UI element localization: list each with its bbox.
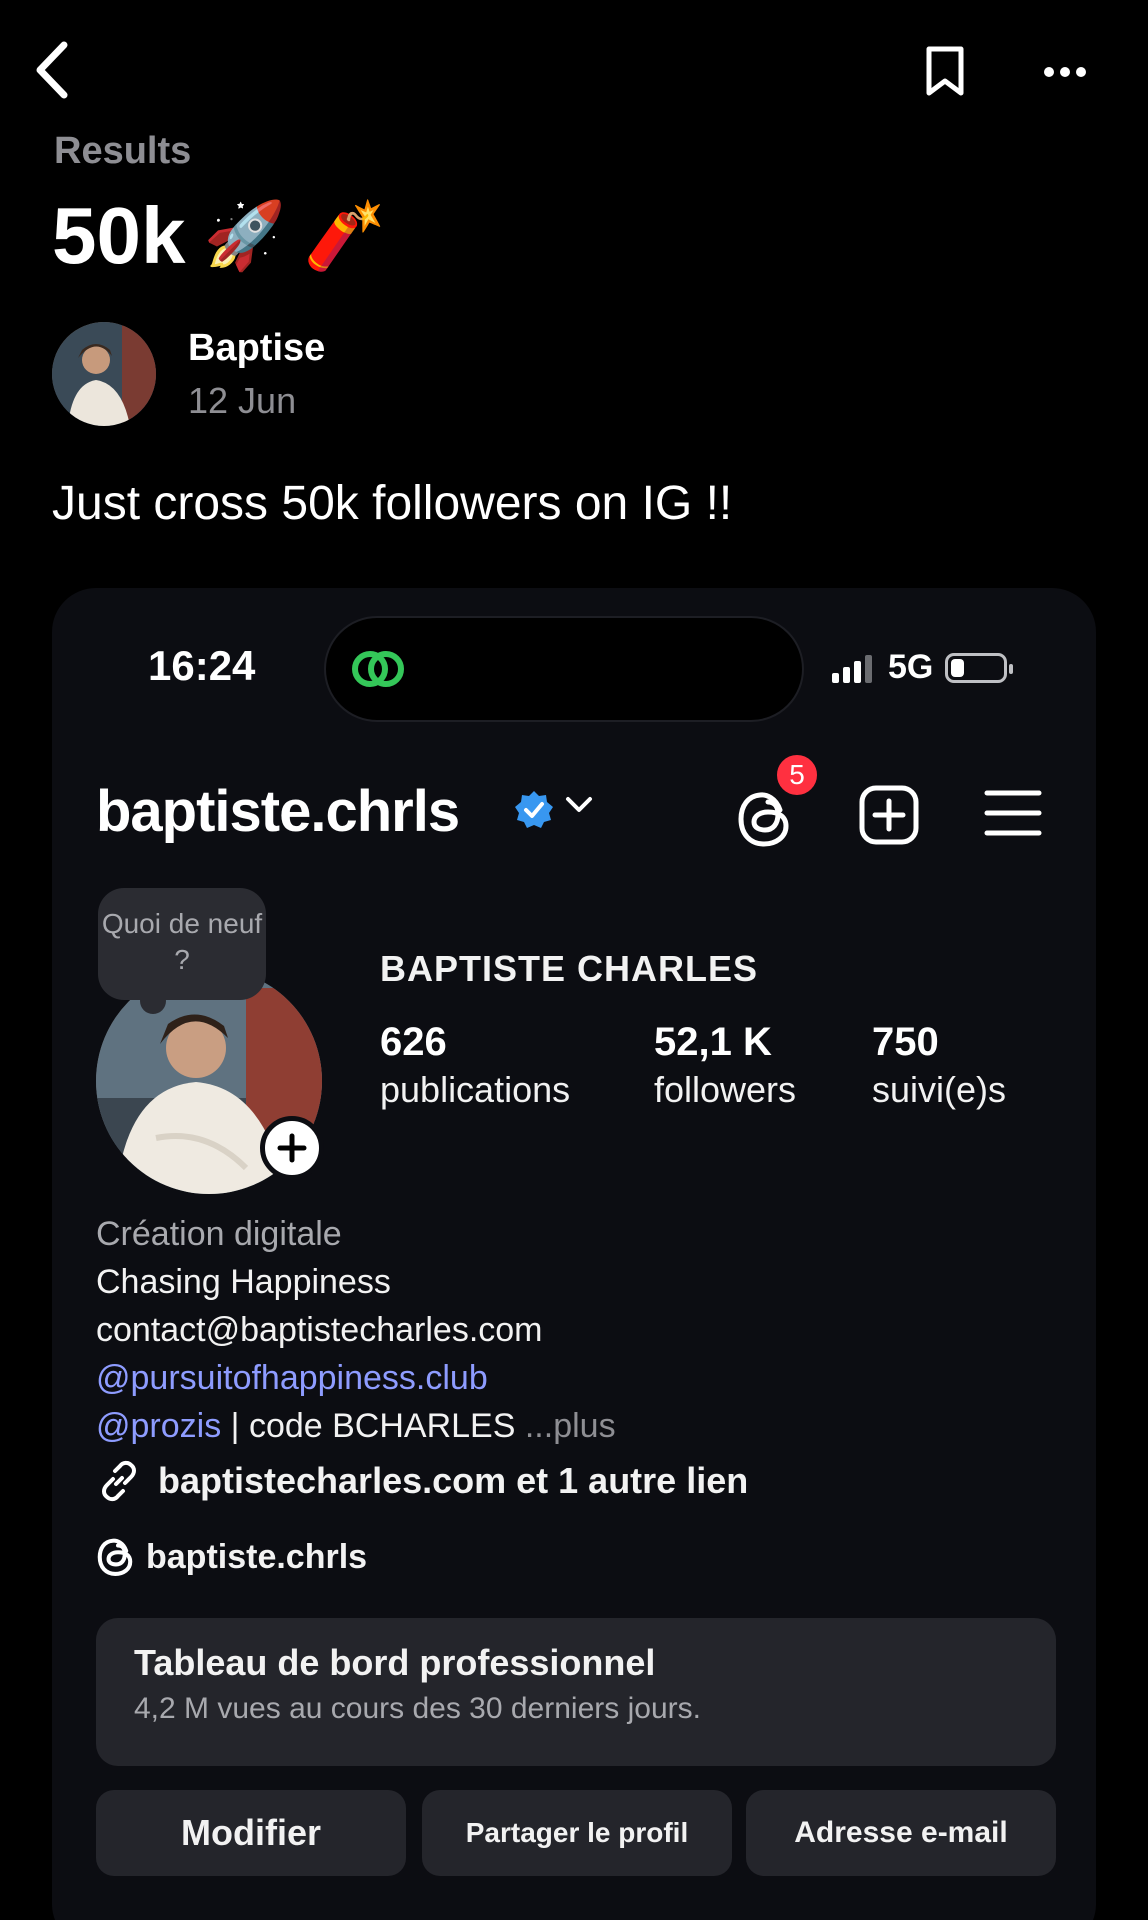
threads-handle-row[interactable]: baptiste.chrls [96, 1536, 367, 1578]
stat-followers[interactable]: 52,1 K followers [654, 1020, 796, 1111]
stat-label: followers [654, 1069, 797, 1110]
stat-value: 626 [380, 1020, 447, 1064]
rocket-emoji: 🚀 [203, 197, 286, 274]
post-date: 12 Jun [188, 379, 297, 421]
battery-icon [945, 652, 1014, 683]
post-page: Results 50k 🚀 🧨 Baptise 12 Jun Just cros… [0, 0, 1148, 1920]
bookmark-icon [926, 46, 964, 96]
chevron-left-icon [36, 41, 68, 99]
signal-icon [832, 654, 872, 683]
author-avatar[interactable] [52, 322, 156, 426]
avatar-image [52, 322, 156, 426]
bio-last-line: @prozis | code BCHARLES ...plus [96, 1402, 1056, 1450]
attached-screenshot[interactable]: 16:24 5G baptiste.chrls 5 Quoi de neuf ?… [52, 588, 1096, 1920]
stat-following[interactable]: 750 suivi(e)s [872, 1020, 1006, 1111]
stat-label: suivi(e)s [872, 1069, 1007, 1110]
more-horizontal-icon [1044, 67, 1086, 77]
dashboard-title: Tableau de bord professionnel [134, 1642, 656, 1683]
plus-icon [277, 1133, 307, 1163]
add-story-button[interactable] [260, 1116, 324, 1180]
professional-dashboard[interactable]: Tableau de bord professionnel 4,2 M vues… [96, 1618, 1056, 1766]
dynamic-island [324, 616, 804, 722]
post-title: 50k 🚀 🧨 [52, 190, 386, 282]
threads-icon [97, 1538, 133, 1576]
author-info: Baptise 12 Jun [188, 327, 325, 422]
post-title-text: 50k [52, 191, 186, 280]
firecracker-emoji: 🧨 [303, 197, 386, 274]
section-label: Results [54, 130, 192, 172]
bio-more-link[interactable]: plus [553, 1407, 615, 1445]
note-bubble[interactable]: Quoi de neuf ? [98, 888, 266, 1000]
network-label: 5G [888, 648, 934, 686]
status-indicators: 5G [832, 648, 1014, 687]
status-time: 16:24 [148, 642, 256, 689]
back-button[interactable] [22, 30, 82, 110]
profile-links-row[interactable]: baptistecharles.com et 1 autre lien [96, 1458, 748, 1504]
stat-label: publications [380, 1069, 571, 1110]
profile-header: baptiste.chrls 5 [96, 752, 1056, 858]
verified-badge-icon [515, 791, 553, 828]
dashboard-subtitle: 4,2 M vues au cours des 30 derniers jour… [134, 1692, 701, 1725]
email-button[interactable]: Adresse e-mail [746, 1790, 1056, 1876]
author-row[interactable]: Baptise 12 Jun [52, 322, 325, 426]
threads-handle: baptiste.chrls [146, 1537, 368, 1576]
profile-username[interactable]: baptiste.chrls [96, 778, 460, 845]
bio-email: contact@baptistecharles.com [96, 1311, 543, 1349]
add-post-icon[interactable] [858, 784, 920, 846]
edit-profile-button[interactable]: Modifier [96, 1790, 406, 1876]
share-profile-button[interactable]: Partager le profil [422, 1790, 732, 1876]
bookmark-button[interactable] [910, 36, 980, 106]
top-bar [0, 0, 1148, 140]
notification-badge: 5 [774, 752, 820, 798]
bio-ellipsis: ... [515, 1407, 554, 1445]
bio-tagline: Chasing Happiness [96, 1263, 391, 1301]
link-icon [102, 1460, 136, 1502]
profile-links-text: baptistecharles.com et 1 autre lien [158, 1460, 749, 1501]
battery-fill [951, 658, 965, 677]
bio-code: | code BCHARLES [221, 1407, 516, 1445]
bio-mention-link[interactable]: @pursuitofhappiness.club [96, 1354, 1056, 1402]
author-name[interactable]: Baptise [188, 327, 325, 370]
bio-mention-link[interactable]: @prozis [96, 1407, 221, 1445]
threads-button[interactable]: 5 [732, 752, 820, 858]
post-body: Just cross 50k followers on IG !! [52, 477, 733, 530]
threads-activity-icon [348, 642, 408, 701]
hamburger-menu-icon[interactable] [984, 788, 1042, 838]
threads-icon [738, 792, 789, 847]
profile-bio: Création digitale Chasing Happiness cont… [96, 1210, 1056, 1450]
profile-full-name: BAPTISTE CHARLES [380, 948, 759, 989]
bio-category: Création digitale [96, 1215, 342, 1253]
stat-value: 52,1 K [654, 1020, 772, 1064]
battery-cap [1009, 663, 1014, 674]
stat-value: 750 [872, 1020, 939, 1064]
more-button[interactable] [1030, 40, 1100, 104]
chevron-down-icon[interactable] [564, 794, 594, 816]
stat-publications[interactable]: 626 publications [380, 1020, 570, 1111]
